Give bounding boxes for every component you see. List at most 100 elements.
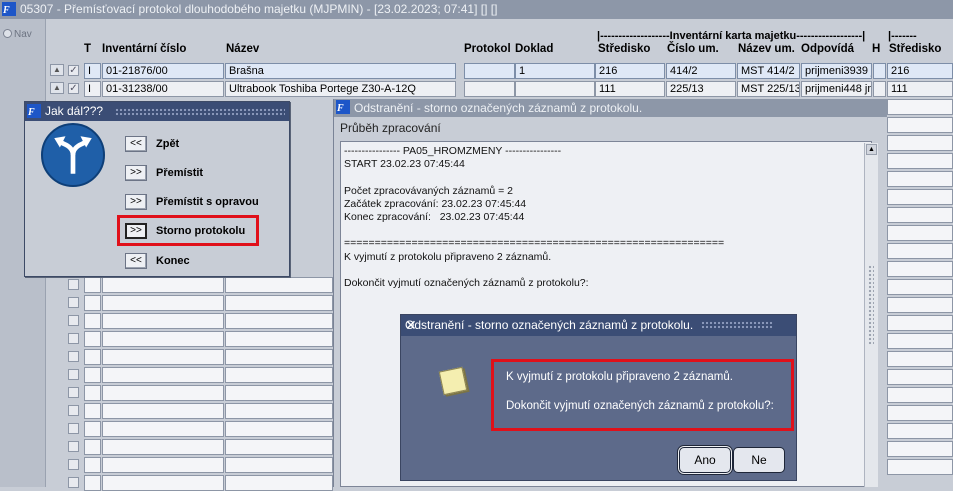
row-checkbox-empty[interactable] [68, 459, 79, 470]
row-checkbox-empty[interactable] [68, 369, 79, 380]
empty-cell[interactable] [887, 225, 953, 241]
row-checkbox-empty[interactable] [68, 297, 79, 308]
cell-nazev-um[interactable]: MST 225/13 [737, 81, 800, 97]
cell-inventarni-cislo[interactable]: 01-31238/00 [102, 81, 224, 97]
row-selector-1[interactable]: ▲ [50, 64, 64, 76]
premistit-label[interactable]: Přemístit [156, 165, 203, 181]
cell-odpovida[interactable]: prijmeni3939 ji [801, 63, 872, 79]
cell-stredisko[interactable]: 111 [595, 81, 665, 97]
close-icon[interactable]: ✕ [405, 315, 790, 336]
empty-cell[interactable] [84, 349, 101, 365]
row-checkbox-empty[interactable] [68, 279, 79, 290]
cell-stredisko[interactable]: 216 [595, 63, 665, 79]
row-checkbox-empty[interactable] [68, 333, 79, 344]
cell-t[interactable]: I [84, 81, 101, 97]
empty-cell[interactable] [225, 277, 333, 293]
empty-cell[interactable] [84, 385, 101, 401]
empty-cell[interactable] [102, 457, 224, 473]
empty-cell[interactable] [887, 243, 953, 259]
premistit-s-opravou-label[interactable]: Přemístit s opravou [156, 194, 259, 210]
empty-cell[interactable] [225, 475, 333, 491]
empty-cell[interactable] [84, 295, 101, 311]
empty-cell[interactable] [102, 439, 224, 455]
cell-t[interactable]: I [84, 63, 101, 79]
cell-doklad[interactable]: 1 [515, 63, 595, 79]
empty-cell[interactable] [887, 441, 953, 457]
cell-stredisko-2[interactable]: 216 [887, 63, 953, 79]
empty-cell[interactable] [102, 367, 224, 383]
row-checkbox-1[interactable]: ✓ [68, 65, 79, 76]
cell-protokol[interactable] [464, 81, 515, 97]
empty-cell[interactable] [887, 189, 953, 205]
empty-cell[interactable] [84, 475, 101, 491]
empty-cell[interactable] [84, 421, 101, 437]
empty-cell[interactable] [887, 117, 953, 133]
cell-nazev-um[interactable]: MST 414/2 [737, 63, 800, 79]
row-checkbox-empty[interactable] [68, 423, 79, 434]
empty-cell[interactable] [225, 421, 333, 437]
cell-cislo-um[interactable]: 414/2 [666, 63, 736, 79]
empty-cell[interactable] [225, 367, 333, 383]
premistit-button[interactable]: >> [125, 165, 147, 181]
empty-cell[interactable] [102, 313, 224, 329]
row-checkbox-empty[interactable] [68, 477, 79, 488]
empty-cell[interactable] [102, 277, 224, 293]
empty-cell[interactable] [887, 171, 953, 187]
process-log-scrollbar[interactable]: ▲ [864, 143, 878, 487]
cell-h[interactable] [873, 63, 886, 79]
row-selector-2[interactable]: ▲ [50, 82, 64, 94]
scroll-grip[interactable] [868, 265, 874, 345]
empty-cell[interactable] [887, 369, 953, 385]
row-checkbox-2[interactable]: ✓ [68, 83, 79, 94]
premistit-s-opravou-button[interactable]: >> [125, 194, 147, 210]
zpet-label[interactable]: Zpět [156, 136, 179, 152]
row-checkbox-empty[interactable] [68, 351, 79, 362]
row-checkbox-empty[interactable] [68, 441, 79, 452]
ne-button[interactable]: Ne [733, 447, 785, 473]
empty-cell[interactable] [102, 403, 224, 419]
konec-label[interactable]: Konec [156, 253, 190, 269]
empty-cell[interactable] [225, 385, 333, 401]
empty-cell[interactable] [887, 387, 953, 403]
cell-doklad[interactable] [515, 81, 595, 97]
zpet-button[interactable]: << [125, 136, 147, 152]
empty-cell[interactable] [102, 349, 224, 365]
cell-nazev[interactable]: Brašna [225, 63, 456, 79]
empty-cell[interactable] [887, 99, 953, 115]
empty-cell[interactable] [225, 457, 333, 473]
empty-cell[interactable] [84, 331, 101, 347]
empty-cell[interactable] [225, 295, 333, 311]
empty-cell[interactable] [887, 333, 953, 349]
empty-cell[interactable] [887, 207, 953, 223]
empty-cell[interactable] [887, 423, 953, 439]
empty-cell[interactable] [84, 439, 101, 455]
empty-cell[interactable] [887, 405, 953, 421]
scroll-up-icon[interactable]: ▲ [866, 144, 877, 155]
cell-h[interactable] [873, 81, 886, 97]
row-checkbox-empty[interactable] [68, 405, 79, 416]
empty-cell[interactable] [84, 457, 101, 473]
empty-cell[interactable] [102, 475, 224, 491]
cell-nazev[interactable]: Ultrabook Toshiba Portege Z30-A-12Q [225, 81, 456, 97]
row-checkbox-empty[interactable] [68, 387, 79, 398]
empty-cell[interactable] [102, 331, 224, 347]
jak-dal-titlebar[interactable]: F Jak dál??? [25, 102, 289, 121]
empty-cell[interactable] [887, 315, 953, 331]
empty-cell[interactable] [225, 439, 333, 455]
empty-cell[interactable] [84, 277, 101, 293]
empty-cell[interactable] [887, 135, 953, 151]
row-checkbox-empty[interactable] [68, 315, 79, 326]
cell-protokol[interactable] [464, 63, 515, 79]
cell-stredisko-2[interactable]: 111 [887, 81, 953, 97]
empty-cell[interactable] [225, 331, 333, 347]
empty-cell[interactable] [225, 349, 333, 365]
nav-radio[interactable]: Nav [3, 29, 32, 40]
empty-cell[interactable] [84, 403, 101, 419]
ano-button[interactable]: Ano [679, 447, 731, 473]
empty-cell[interactable] [887, 297, 953, 313]
confirm-dialog-titlebar[interactable]: Odstranění - storno označených záznamů z… [401, 315, 796, 336]
konec-button[interactable]: << [125, 253, 147, 269]
empty-cell[interactable] [84, 367, 101, 383]
empty-cell[interactable] [102, 295, 224, 311]
empty-cell[interactable] [225, 313, 333, 329]
